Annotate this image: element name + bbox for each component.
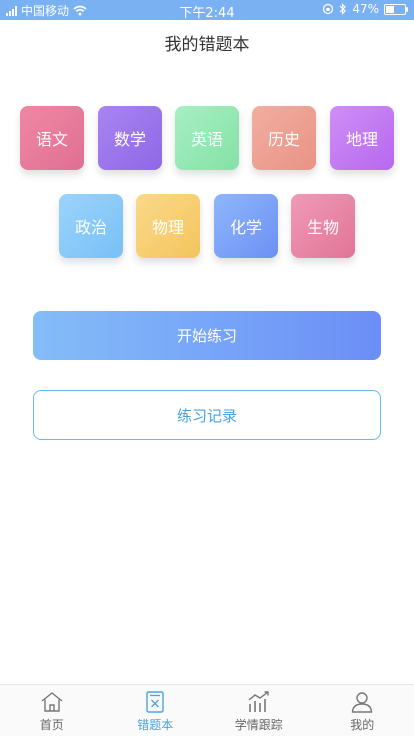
page-title: 我的错题本 <box>164 35 250 55</box>
subject-tile-politics[interactable]: 政治 <box>59 194 123 258</box>
bluetooth-icon <box>339 3 347 15</box>
tab-profile[interactable]: 我的 <box>311 685 414 736</box>
battery-icon <box>384 3 408 15</box>
subject-tile-math[interactable]: 数学 <box>98 106 162 170</box>
user-icon <box>352 692 373 713</box>
tab-profile-label: 我的 <box>350 718 375 732</box>
tab-wrong-book[interactable]: 错题本 <box>104 685 208 736</box>
status-bar: 中国移动 下午2:44 47% <box>0 0 414 21</box>
tab-study-tracking-label: 学情跟踪 <box>234 718 283 732</box>
wrong-book-icon <box>146 691 164 713</box>
tab-home-label: 首页 <box>39 718 64 732</box>
status-right: 47% <box>322 2 408 16</box>
battery-fill <box>386 5 394 13</box>
subject-tile-chemistry[interactable]: 化学 <box>214 194 278 258</box>
rotation-lock-icon <box>323 3 334 15</box>
subject-tile-geography[interactable]: 地理 <box>330 106 394 170</box>
subject-tile-history[interactable]: 历史 <box>252 106 316 170</box>
tab-study-tracking[interactable]: 学情跟踪 <box>207 685 311 736</box>
home-icon <box>41 692 63 712</box>
battery-percent: 47% <box>352 2 379 16</box>
start-practice-button[interactable]: 开始练习 <box>33 311 381 360</box>
tab-wrong-book-label: 错题本 <box>137 718 174 732</box>
tab-home[interactable]: 首页 <box>0 685 104 736</box>
subject-tile-physics[interactable]: 物理 <box>136 194 200 258</box>
practice-record-button[interactable]: 练习记录 <box>33 390 381 440</box>
bottom-tab-bar: 首页 错题本 学情跟踪 我的 <box>0 684 414 736</box>
subject-tile-biology[interactable]: 生物 <box>291 194 355 258</box>
subject-tile-english[interactable]: 英语 <box>175 106 239 170</box>
trend-chart-icon <box>248 691 269 712</box>
subject-tile-chinese[interactable]: 语文 <box>20 106 84 170</box>
